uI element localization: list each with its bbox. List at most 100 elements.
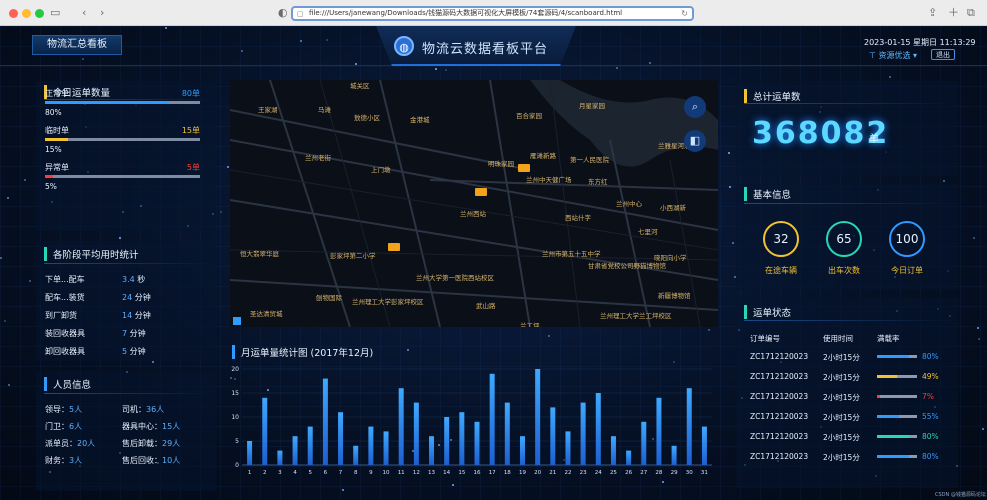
- use-time: 2小时15分: [823, 453, 860, 462]
- chart-bar[interactable]: [383, 431, 389, 465]
- basic-info-circle: 65: [826, 221, 862, 257]
- staff-item: 售后回收：10人: [122, 455, 180, 466]
- chart-bar[interactable]: [535, 369, 541, 465]
- star-dot: [707, 328, 710, 331]
- x-tick-label: 17: [489, 470, 496, 476]
- total-orders-unit: 单: [869, 134, 879, 145]
- stage-value: 7 分钟: [122, 328, 146, 339]
- map-place-label: 兰州市第五十五中学: [542, 250, 601, 258]
- chart-bar[interactable]: [322, 378, 328, 465]
- x-tick-label: 20: [534, 470, 541, 476]
- map-place-label: 圣达清贸城: [250, 310, 283, 318]
- chart-bar[interactable]: [565, 431, 571, 465]
- basic-info-label: 今日订单: [891, 266, 923, 275]
- truck-marker[interactable]: [518, 164, 530, 172]
- order-type-bar: [45, 138, 200, 141]
- chart-bar[interactable]: [595, 393, 601, 465]
- x-tick-label: 1: [248, 470, 252, 476]
- address-bar[interactable]: ▢ file:///Users/janewang/Downloads/钱猫源码大…: [291, 6, 694, 21]
- order-type-bar: [45, 101, 200, 104]
- truck-marker[interactable]: [475, 188, 487, 196]
- chart-bar[interactable]: [307, 426, 313, 465]
- load-rate-bar-fill: [877, 355, 909, 358]
- map-place-label: 金港城: [410, 116, 430, 124]
- star-dot: [6, 196, 9, 199]
- privacy-shield-icon[interactable]: ◐: [278, 6, 288, 20]
- chart-bar[interactable]: [413, 402, 419, 465]
- map-place-label: 第一人民医院: [570, 156, 609, 164]
- staff-count: 36人: [146, 405, 165, 414]
- tabs-overview-icon[interactable]: ⧉: [967, 6, 975, 20]
- back-icon[interactable]: ‹: [82, 6, 86, 20]
- order-type-percent: 5%: [45, 182, 57, 191]
- new-tab-icon[interactable]: ＋: [948, 6, 959, 20]
- order-type-bar: [45, 175, 200, 178]
- order-id: ZC1712120023: [750, 352, 809, 361]
- chart-bar[interactable]: [459, 412, 465, 465]
- stage-number: 14: [122, 311, 133, 320]
- minimize-window-icon[interactable]: [22, 9, 31, 18]
- x-tick-label: 31: [701, 470, 708, 476]
- chart-bar[interactable]: [338, 412, 344, 465]
- chart-bar[interactable]: [247, 441, 253, 465]
- map-place-label: 王家湖: [258, 106, 278, 114]
- stage-label: 到厂卸货: [45, 311, 77, 320]
- chart-bar[interactable]: [641, 421, 647, 465]
- close-window-icon[interactable]: [9, 9, 18, 18]
- map-search-button[interactable]: ⌕: [684, 96, 706, 118]
- staff-item: 门卫：6人: [45, 421, 82, 432]
- chart-bar[interactable]: [444, 417, 450, 465]
- chart-bar[interactable]: [656, 397, 662, 465]
- truck-marker[interactable]: [388, 243, 400, 251]
- chart-bar[interactable]: [686, 388, 692, 465]
- map-place-label: 马滩: [318, 106, 331, 114]
- load-rate-bar: [877, 455, 917, 458]
- share-icon[interactable]: ⇪: [928, 6, 937, 20]
- chart-bar[interactable]: [353, 445, 359, 465]
- chart-bar[interactable]: [626, 450, 632, 465]
- chart-bar[interactable]: [489, 373, 495, 465]
- chart-bar[interactable]: [292, 436, 298, 465]
- chart-bar[interactable]: [277, 450, 283, 465]
- load-rate-percent: 80%: [922, 352, 939, 361]
- staff-count: 10人: [162, 456, 181, 465]
- stage-value: 3.4 秒: [122, 274, 145, 285]
- chart-bar[interactable]: [671, 445, 677, 465]
- prefs-menu[interactable]: ⊤ 资源优选 ▾: [869, 50, 917, 61]
- chart-bar[interactable]: [504, 402, 510, 465]
- page-title: 物流云数据看板平台: [422, 42, 549, 57]
- map-view[interactable]: 城关区 王家湖 马滩 敖德小区 金港城 百合家园 月星家园 兰州老街 上门墩 明珠家园 第一人民医院…: [230, 80, 718, 327]
- chart-bar[interactable]: [262, 397, 268, 465]
- staff-count: 3人: [69, 456, 83, 465]
- x-tick-label: 15: [458, 470, 465, 476]
- chart-bar[interactable]: [368, 426, 374, 465]
- chart-bar[interactable]: [429, 436, 435, 465]
- reload-icon[interactable]: ↻: [681, 8, 688, 19]
- x-tick-label: 7: [339, 470, 343, 476]
- chart-bar[interactable]: [610, 436, 616, 465]
- chart-bar[interactable]: [550, 407, 556, 465]
- chart-bar[interactable]: [398, 388, 404, 465]
- sidebar-icon[interactable]: ▭: [50, 6, 60, 20]
- chart-bar[interactable]: [519, 436, 525, 465]
- maximize-window-icon[interactable]: [35, 9, 44, 18]
- forward-icon[interactable]: ›: [100, 6, 104, 20]
- map-place-label: 明珠家园: [488, 160, 514, 168]
- map-layers-button[interactable]: ◧: [684, 130, 706, 152]
- order-type-bar-fill: [45, 101, 169, 104]
- logout-button[interactable]: 退出: [931, 49, 955, 60]
- staff-item: 领导：5人: [45, 404, 82, 415]
- stage-unit: 分钟: [129, 347, 146, 356]
- x-tick-label: 9: [369, 470, 373, 476]
- chart-bar[interactable]: [701, 426, 707, 465]
- chart-bar[interactable]: [474, 421, 480, 465]
- order-type-percent: 15%: [45, 145, 62, 154]
- map-roads: [230, 80, 718, 327]
- summary-board-tab[interactable]: 物流汇总看板: [32, 35, 122, 55]
- staff-count: 20人: [77, 439, 96, 448]
- header-bar: 物流汇总看板 ◍ 物流云数据看板平台 2023-01-15 星期日 11:13:…: [0, 26, 987, 66]
- chart-bar[interactable]: [580, 402, 586, 465]
- chevron-down-icon: ▾: [910, 51, 918, 60]
- order-status-title: 运单状态: [744, 305, 791, 319]
- map-place-label: 兰州老街: [305, 154, 331, 162]
